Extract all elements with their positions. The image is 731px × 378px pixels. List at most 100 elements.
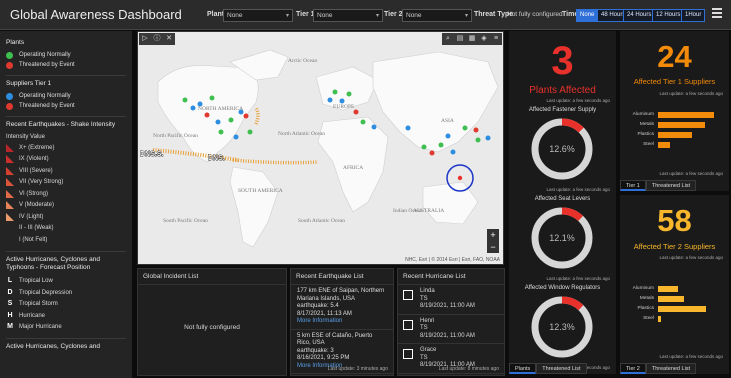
legend-earthquake-heading: Recent Earthquakes - Shake Intensity bbox=[6, 121, 116, 128]
label-arctic: Arctic Ocean bbox=[288, 58, 317, 64]
tab-tier2[interactable]: Tier 2 bbox=[620, 363, 646, 374]
hurricane-list-title: Recent Hurricane List bbox=[398, 269, 504, 285]
search-icon[interactable]: ⌕ bbox=[442, 33, 454, 45]
tier1-select[interactable]: None ▾ bbox=[313, 9, 383, 22]
more-info-link[interactable]: More Information bbox=[297, 318, 387, 326]
tier1-select-value: None bbox=[317, 12, 333, 19]
zoom-control: + − bbox=[487, 229, 499, 253]
bar-label: Steel bbox=[643, 142, 654, 147]
legend-item: Operating Normally bbox=[6, 50, 126, 60]
gauge-ring: 12.1% bbox=[531, 207, 593, 269]
basemap-icon[interactable]: ▦ bbox=[466, 33, 478, 45]
legend-suppliers-heading: Suppliers Tier 1 bbox=[6, 80, 52, 87]
hamburger-menu-icon[interactable] bbox=[712, 8, 722, 18]
time-1h-button[interactable]: 1Hour bbox=[681, 9, 706, 22]
storm-category-icon: D bbox=[7, 288, 13, 296]
bar[interactable] bbox=[658, 131, 693, 138]
zoom-in-button[interactable]: + bbox=[487, 229, 499, 241]
threat-type-value[interactable]: Not fully configured bbox=[507, 11, 563, 18]
legend-hurricane-heading-2: Active Hurricanes, Cyclones and bbox=[6, 343, 100, 350]
list-item[interactable]: Henri TS 8/19/2021, 11:00 AM bbox=[398, 315, 504, 344]
tab-threatened-list[interactable]: Threatened List bbox=[645, 180, 697, 191]
list-icon[interactable]: ≡ bbox=[490, 33, 502, 45]
intensity-label: VI (Strong) bbox=[19, 190, 49, 197]
map-canvas[interactable]: NORTH AMERICA SOUTH AMERICA EUROPE AFRIC… bbox=[138, 32, 504, 265]
intensity-item: IV (Light) bbox=[6, 211, 126, 223]
bar[interactable] bbox=[658, 121, 705, 128]
intensity-label: I (Not Felt) bbox=[19, 236, 48, 243]
plants-update: Last update: a few seconds ago bbox=[546, 98, 610, 103]
bar-row: Plastics bbox=[620, 305, 707, 312]
tab-plants[interactable]: Plants bbox=[509, 363, 537, 374]
bar[interactable] bbox=[658, 141, 671, 148]
hurricane-legend-item: S Tropical Storm bbox=[6, 299, 126, 311]
bar[interactable] bbox=[658, 285, 678, 292]
storm-label[interactable]: DNS. bbox=[208, 155, 226, 163]
gauge-ring: 12.3% bbox=[531, 296, 593, 358]
plant-select[interactable]: None ▾ bbox=[223, 9, 293, 22]
list-item[interactable]: Linda TS 8/19/2021, 11:00 AM bbox=[398, 285, 504, 315]
storm-flag-icon bbox=[403, 349, 413, 359]
intensity-item: VI (Strong) bbox=[6, 188, 126, 200]
legend-label: Threatened by Event bbox=[19, 62, 75, 68]
shake-intensity-icon bbox=[6, 143, 14, 152]
storm-flag-icon bbox=[403, 290, 413, 300]
bookmark-icon[interactable]: ▤ bbox=[454, 33, 466, 45]
tier1-column: 24 Affected Tier 1 Suppliers Last update… bbox=[620, 31, 729, 191]
map-toolbar-right: ⌕ ▤ ▦ ◈ ≡ bbox=[442, 33, 502, 45]
time-24h-button[interactable]: 24 Hours bbox=[623, 9, 656, 22]
world-map[interactable]: NORTH AMERICA SOUTH AMERICA EUROPE AFRIC… bbox=[137, 31, 504, 265]
bar-row: Steel bbox=[620, 315, 662, 322]
bar[interactable] bbox=[658, 295, 685, 302]
intensity-label: IX (Violent) bbox=[19, 156, 49, 163]
hurricane-legend-item: H Hurricane bbox=[6, 310, 126, 322]
storm-category-label: Major Hurricane bbox=[19, 324, 62, 331]
eq-time: 8/16/2021, 9:25 PM bbox=[297, 355, 350, 361]
label-south-america: SOUTH AMERICA bbox=[238, 188, 283, 194]
plants-tabs: Plants Threatened List bbox=[509, 363, 587, 374]
legend-label: Operating Normally bbox=[19, 52, 71, 58]
zoom-out-button[interactable]: − bbox=[487, 241, 499, 253]
red-pin-icon bbox=[6, 102, 13, 110]
storm-category-label: Tropical Storm bbox=[19, 301, 58, 308]
label-europe: EUROPE bbox=[333, 104, 355, 110]
earthquake-list-title: Recent Earthquake List bbox=[291, 269, 393, 285]
earthquake-update: Last update: 3 minutes ago bbox=[327, 366, 388, 372]
tier2-tabs: Tier 2 Threatened List bbox=[620, 363, 697, 374]
legend-plants-heading: Plants bbox=[6, 39, 25, 46]
shake-intensity-icon bbox=[6, 155, 14, 164]
layers-icon[interactable]: ◈ bbox=[478, 33, 490, 45]
chevron-down-icon: ▾ bbox=[375, 13, 379, 19]
hurricane-update: Last update: 8 minutes ago bbox=[438, 366, 499, 372]
plants-affected-label: Plants Affected bbox=[529, 85, 596, 96]
bar-row: Aluminum bbox=[620, 285, 678, 292]
tier1-bar-chart: Aluminum Metals Plastics Steel bbox=[620, 111, 729, 161]
bar[interactable] bbox=[658, 315, 662, 322]
tier2-select[interactable]: None ▾ bbox=[402, 9, 472, 22]
label-asia: ASIA bbox=[441, 118, 454, 124]
hurricane-date: 8/19/2021, 11:00 AM bbox=[420, 303, 475, 309]
tab-threatened-list[interactable]: Threatened List bbox=[645, 363, 697, 374]
close-icon[interactable]: ✕ bbox=[163, 33, 175, 45]
play-icon[interactable]: ▷ bbox=[139, 33, 151, 45]
bar[interactable] bbox=[658, 305, 707, 312]
bar[interactable] bbox=[658, 111, 714, 118]
storm-label[interactable]: DNS.S. bbox=[140, 151, 164, 159]
storm-category-label: Hurricane bbox=[19, 312, 46, 319]
label-north-atlantic: North Atlantic Ocean bbox=[278, 131, 325, 137]
earthquake-epicenter[interactable] bbox=[457, 175, 463, 181]
time-12h-button[interactable]: 12 Hours bbox=[652, 9, 685, 22]
intensity-item: V (Moderate) bbox=[6, 200, 126, 212]
plant-filter-label: Plant bbox=[207, 11, 225, 18]
tab-threatened-list[interactable]: Threatened List bbox=[536, 363, 587, 374]
gauge-update: Last update: a few seconds ago bbox=[546, 187, 610, 192]
tier1-filter-label: Tier 1 bbox=[296, 11, 315, 18]
info-icon[interactable]: ⓘ bbox=[151, 33, 163, 45]
list-item[interactable]: 177 km ENE of Saipan, Northern Mariana I… bbox=[291, 285, 393, 330]
gauge: Affected Seat Levers 12.1% Last update: a … bbox=[509, 196, 616, 281]
time-none-button[interactable]: None bbox=[576, 9, 599, 22]
tab-tier1[interactable]: Tier 1 bbox=[620, 180, 646, 191]
bar-row: Steel bbox=[620, 141, 671, 148]
bar-row: Plastics bbox=[620, 131, 693, 138]
green-pin-icon bbox=[6, 51, 13, 59]
